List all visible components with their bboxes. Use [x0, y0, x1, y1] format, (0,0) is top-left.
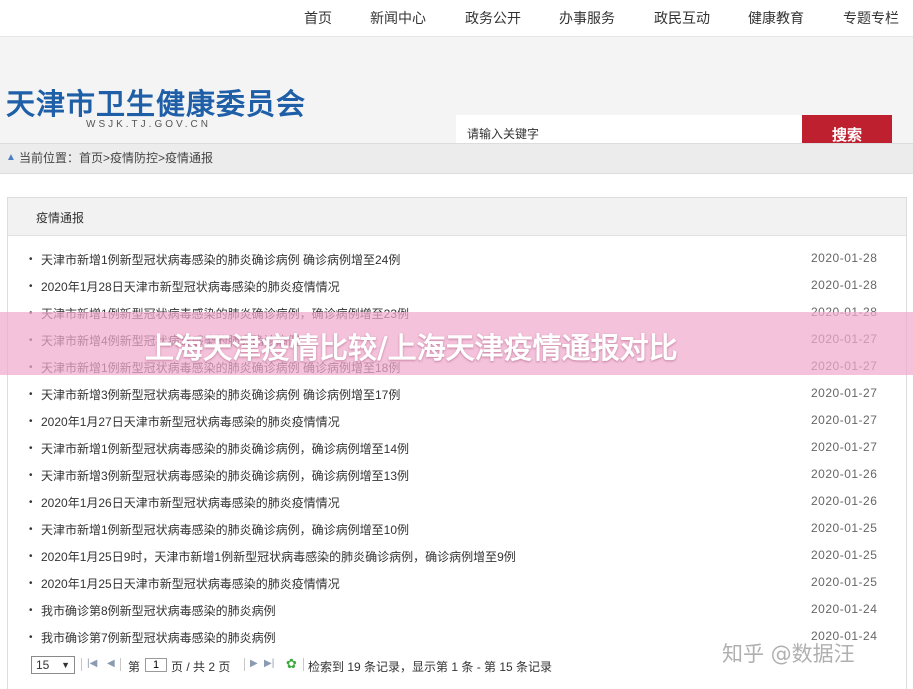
- nav-item-interaction[interactable]: 政民互动: [654, 8, 710, 28]
- bullet-icon: •: [29, 443, 33, 454]
- bullet-icon: •: [29, 416, 33, 427]
- watermark: 知乎 @数据汪: [722, 642, 855, 666]
- bulletin-link[interactable]: 2020年1月27日天津市新型冠状病毒感染的肺炎疫情情况: [41, 413, 340, 430]
- bullet-icon: •: [29, 470, 33, 481]
- bulletin-link[interactable]: 天津市新增1例新型冠状病毒感染的肺炎确诊病例 确诊病例增至24例: [41, 251, 400, 268]
- bulletin-date: 2020-01-27: [811, 386, 878, 400]
- list-item: • 2020年1月28日天津市新型冠状病毒感染的肺炎疫情情况 2020-01-28: [8, 278, 906, 305]
- list-item: • 我市确诊第8例新型冠状病毒感染的肺炎病例 2020-01-24: [8, 602, 906, 629]
- nav-item-health-edu[interactable]: 健康教育: [748, 8, 804, 28]
- list-item: • 2020年1月27日天津市新型冠状病毒感染的肺炎疫情情况 2020-01-27: [8, 413, 906, 440]
- breadcrumb: ▲ 当前位置：首页>疫情防控>疫情通报: [0, 143, 913, 174]
- breadcrumb-text[interactable]: 当前位置：首页>疫情防控>疫情通报: [19, 144, 213, 172]
- bulletin-date: 2020-01-27: [811, 440, 878, 454]
- bullet-icon: •: [29, 578, 33, 589]
- bulletin-link[interactable]: 2020年1月26日天津市新型冠状病毒感染的肺炎疫情情况: [41, 494, 340, 511]
- list-item: • 天津市新增3例新型冠状病毒感染的肺炎确诊病例，确诊病例增至13例 2020-01…: [8, 467, 906, 494]
- bulletin-date: 2020-01-25: [811, 548, 878, 562]
- bulletin-date: 2020-01-26: [811, 494, 878, 508]
- bullet-icon: •: [29, 281, 33, 292]
- bulletin-link[interactable]: 天津市新增3例新型冠状病毒感染的肺炎确诊病例，确诊病例增至13例: [41, 467, 409, 484]
- prev-page-icon[interactable]: ◀: [107, 658, 115, 669]
- bulletin-link[interactable]: 2020年1月28日天津市新型冠状病毒感染的肺炎疫情情况: [41, 278, 340, 295]
- nav-item-services[interactable]: 办事服务: [559, 8, 615, 28]
- bulletin-link[interactable]: 2020年1月25日天津市新型冠状病毒感染的肺炎疫情情况: [41, 575, 340, 592]
- bulletin-link[interactable]: 2020年1月25日9时，天津市新增1例新型冠状病毒感染的肺炎确诊病例，确诊病例…: [41, 548, 516, 565]
- nav-item-topics[interactable]: 专题专栏: [843, 8, 899, 28]
- refresh-icon[interactable]: ✿: [286, 656, 297, 672]
- bulletin-date: 2020-01-24: [811, 602, 878, 616]
- last-page-icon[interactable]: ▶|: [264, 658, 274, 669]
- bulletin-date: 2020-01-25: [811, 575, 878, 589]
- pager-divider: [81, 658, 82, 671]
- pager-divider: [244, 658, 245, 671]
- bulletin-date: 2020-01-28: [811, 278, 878, 292]
- bullet-icon: •: [29, 605, 33, 616]
- bullet-icon: •: [29, 632, 33, 643]
- list-item: • 天津市新增1例新型冠状病毒感染的肺炎确诊病例 确诊病例增至24例 2020-01…: [8, 251, 906, 278]
- pager-summary: 检索到 19 条记录，显示第 1 条 - 第 15 条记录: [308, 660, 553, 674]
- bulletin-link[interactable]: 天津市新增1例新型冠状病毒感染的肺炎确诊病例，确诊病例增至14例: [41, 440, 409, 457]
- nav-item-gov-affairs[interactable]: 政务公开: [465, 8, 521, 28]
- pager-divider: [303, 658, 304, 671]
- bulletin-link[interactable]: 我市确诊第7例新型冠状病毒感染的肺炎病例: [41, 629, 276, 646]
- page-label-post: 页 / 共 2 页: [171, 660, 231, 674]
- list-item: • 2020年1月25日天津市新型冠状病毒感染的肺炎疫情情况 2020-01-25: [8, 575, 906, 602]
- bulletin-date: 2020-01-27: [811, 413, 878, 427]
- bullet-icon: •: [29, 497, 33, 508]
- bulletin-link[interactable]: 天津市新增3例新型冠状病毒感染的肺炎确诊病例 确诊病例增至17例: [41, 386, 400, 403]
- list-item: • 2020年1月26日天津市新型冠状病毒感染的肺炎疫情情况 2020-01-26: [8, 494, 906, 521]
- site-logo-url: WSJK.TJ.GOV.CN: [86, 119, 211, 130]
- pager-divider: [120, 658, 121, 671]
- site-header: 天津市卫生健康委员会 WSJK.TJ.GOV.CN 搜索: [0, 37, 913, 153]
- page-size-select[interactable]: 15 ▼: [31, 656, 75, 674]
- list-item: • 天津市新增1例新型冠状病毒感染的肺炎确诊病例，确诊病例增至14例 2020-01…: [8, 440, 906, 467]
- panel-header: 疫情通报: [8, 198, 906, 236]
- list-item: • 天津市新增1例新型冠状病毒感染的肺炎确诊病例，确诊病例增至10例 2020-01…: [8, 521, 906, 548]
- bullet-icon: •: [29, 524, 33, 535]
- page-size-value: 15: [36, 658, 50, 672]
- current-page-input[interactable]: [145, 658, 167, 672]
- list-item: • 天津市新增3例新型冠状病毒感染的肺炎确诊病例 确诊病例增至17例 2020-01…: [8, 386, 906, 413]
- banner-text: 上海天津疫情比较/上海天津疫情通报对比: [145, 331, 678, 365]
- home-icon: ▲: [6, 152, 16, 163]
- bullet-icon: •: [29, 389, 33, 400]
- bulletin-link[interactable]: 我市确诊第8例新型冠状病毒感染的肺炎病例: [41, 602, 276, 619]
- list-item: • 2020年1月25日9时，天津市新增1例新型冠状病毒感染的肺炎确诊病例，确诊病…: [8, 548, 906, 575]
- chevron-down-icon: ▼: [61, 660, 70, 670]
- panel-title: 疫情通报: [36, 211, 85, 225]
- bulletin-panel: 疫情通报 • 天津市新增1例新型冠状病毒感染的肺炎确诊病例 确诊病例增至24例 20…: [7, 197, 907, 689]
- first-page-icon[interactable]: |◀: [87, 658, 97, 669]
- bulletin-date: 2020-01-25: [811, 521, 878, 535]
- site-logo-title[interactable]: 天津市卫生健康委员会: [6, 81, 306, 123]
- bullet-icon: •: [29, 254, 33, 265]
- top-nav: 首页 新闻中心 政务公开 办事服务 政民互动 健康教育 专题专栏: [0, 0, 913, 37]
- bullet-icon: •: [29, 551, 33, 562]
- title-banner: 上海天津疫情比较/上海天津疫情通报对比: [0, 312, 913, 375]
- bulletin-date: 2020-01-26: [811, 467, 878, 481]
- bulletin-link[interactable]: 天津市新增1例新型冠状病毒感染的肺炎确诊病例，确诊病例增至10例: [41, 521, 409, 538]
- bulletin-date: 2020-01-28: [811, 251, 878, 265]
- nav-item-news[interactable]: 新闻中心: [370, 8, 426, 28]
- page-label-pre: 第: [128, 660, 141, 674]
- next-page-icon[interactable]: ▶: [250, 658, 258, 669]
- nav-item-home[interactable]: 首页: [304, 8, 332, 28]
